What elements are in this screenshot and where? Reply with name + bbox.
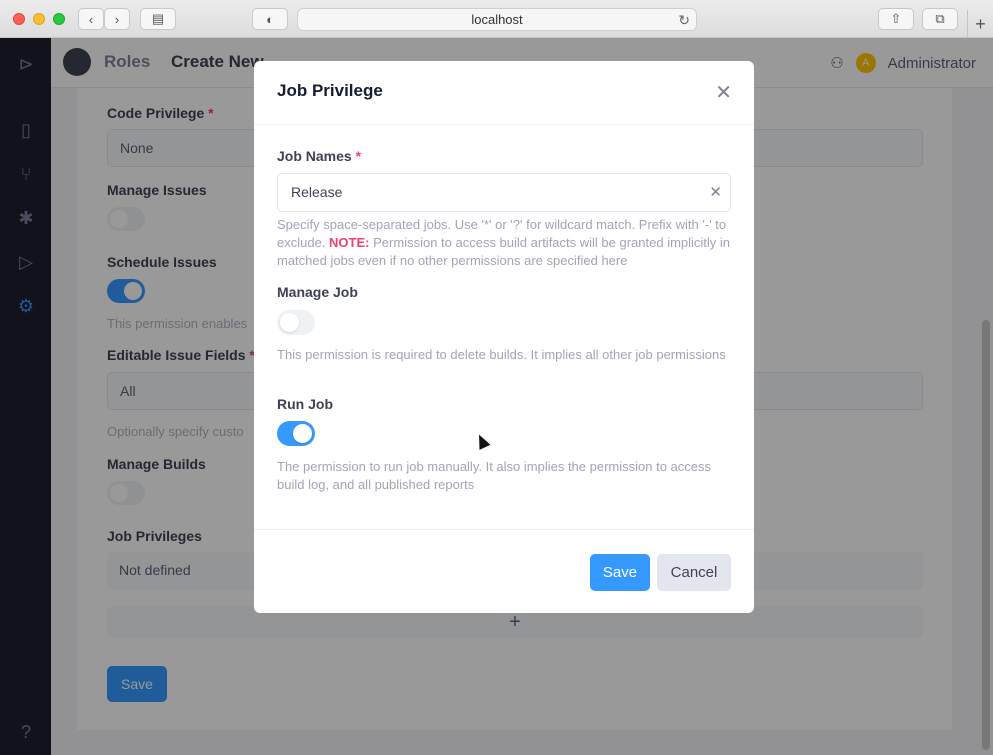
manage-job-toggle[interactable] bbox=[277, 310, 315, 335]
sidebar-toggle-icon[interactable]: ▤ bbox=[140, 8, 176, 30]
manage-job-label: Manage Job bbox=[277, 284, 358, 300]
back-icon[interactable]: ‹ bbox=[78, 8, 104, 30]
reload-icon[interactable]: ↻ bbox=[678, 12, 690, 29]
address-bar[interactable]: localhost ↻ bbox=[297, 8, 697, 31]
tabs-overview-icon[interactable]: ⧉ bbox=[922, 8, 958, 30]
minimize-window-button[interactable] bbox=[33, 13, 45, 25]
run-job-hint: The permission to run job manually. It a… bbox=[277, 459, 712, 492]
run-job-label: Run Job bbox=[277, 396, 333, 412]
job-names-hint: Specify space-separated jobs. Use '*' or… bbox=[277, 217, 731, 268]
close-window-button[interactable] bbox=[13, 13, 25, 25]
clear-input-icon[interactable]: ✕ bbox=[709, 183, 722, 201]
note-label: NOTE: bbox=[329, 235, 370, 250]
job-names-value: Release bbox=[291, 184, 343, 200]
new-tab-icon[interactable]: + bbox=[967, 10, 993, 38]
privacy-shield-icon[interactable]: ◐ bbox=[252, 8, 288, 30]
manage-job-hint: This permission is required to delete bu… bbox=[277, 347, 726, 362]
modal-title: Job Privilege bbox=[277, 81, 383, 100]
job-names-input[interactable]: Release ✕ bbox=[277, 173, 731, 212]
modal-save-button[interactable]: Save bbox=[590, 554, 650, 591]
job-names-label: Job Names * bbox=[277, 148, 362, 164]
browser-toolbar: ‹ › ▤ ◐ localhost ↻ ⇧ ⧉ + bbox=[0, 0, 993, 38]
modal-cancel-button[interactable]: Cancel bbox=[657, 554, 731, 591]
forward-icon[interactable]: › bbox=[104, 8, 130, 30]
url-text: localhost bbox=[471, 12, 523, 27]
close-icon[interactable]: ✕ bbox=[715, 80, 732, 105]
zoom-window-button[interactable] bbox=[53, 13, 65, 25]
share-icon[interactable]: ⇧ bbox=[878, 8, 914, 30]
run-job-toggle[interactable] bbox=[277, 421, 315, 446]
job-privilege-modal: Job Privilege ✕ Job Names * Release ✕ Sp… bbox=[254, 61, 754, 613]
